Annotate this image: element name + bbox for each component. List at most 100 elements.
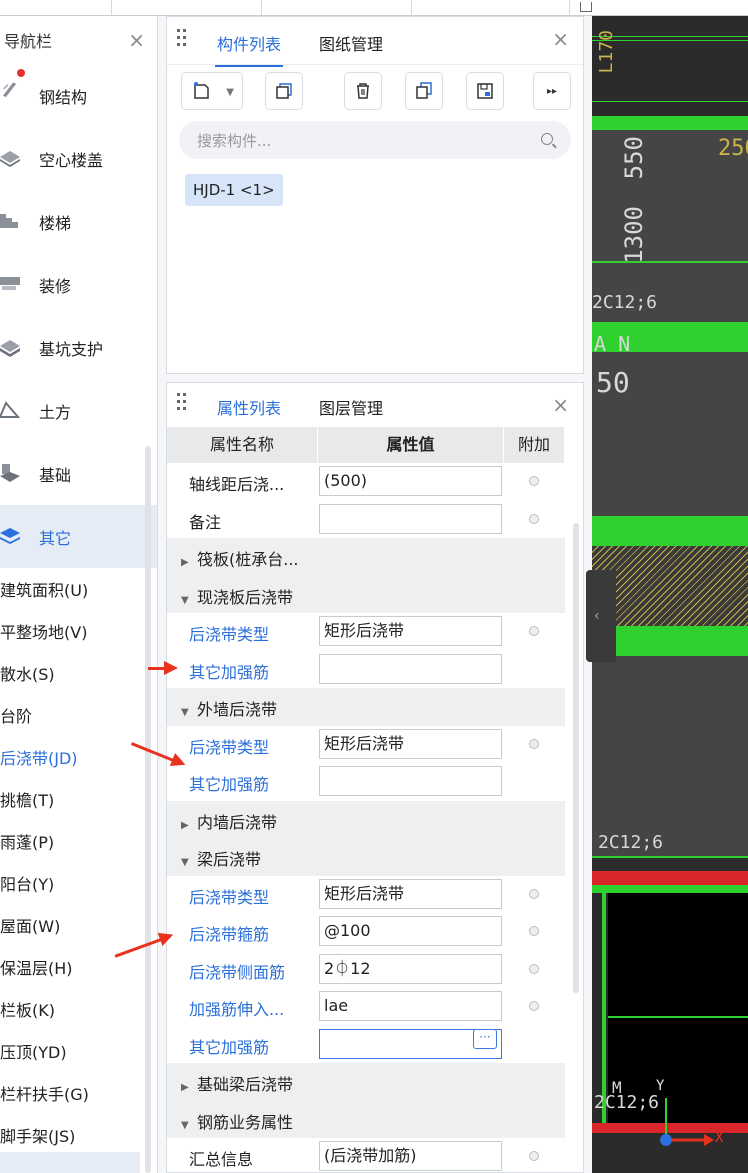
drag-handle-icon[interactable] bbox=[177, 393, 187, 415]
edit-ellipsis-button[interactable]: ··· bbox=[473, 1028, 497, 1049]
nav-subitem[interactable]: 压顶(YD) bbox=[0, 1030, 157, 1072]
nav-subitem[interactable]: 栏板(K) bbox=[0, 988, 157, 1030]
nav-item-hollow-floor[interactable]: 空心楼盖 bbox=[0, 127, 157, 190]
property-row[interactable]: 备注 bbox=[167, 501, 565, 539]
property-value-input[interactable]: 矩形后浇带 bbox=[319, 616, 502, 646]
property-row[interactable]: 加强筋伸入... lae bbox=[167, 988, 565, 1026]
chevron-down-icon[interactable]: ▼ bbox=[226, 87, 234, 98]
property-scrollbar[interactable] bbox=[573, 523, 579, 993]
property-group-row[interactable]: ▼ 钢筋业务属性 bbox=[167, 1100, 565, 1138]
close-icon[interactable]: × bbox=[128, 28, 145, 52]
group-name: 钢筋业务属性 bbox=[197, 1112, 294, 1132]
extra-radio[interactable] bbox=[529, 926, 539, 936]
component-search-input[interactable]: 搜索构件... bbox=[179, 121, 571, 159]
extra-radio[interactable] bbox=[529, 888, 539, 899]
property-value-input[interactable]: 2⏀12 bbox=[319, 953, 502, 984]
nav-subitem[interactable]: 散水(S) bbox=[0, 652, 157, 694]
property-row[interactable]: 后浇带类型 矩形后浇带 bbox=[167, 613, 565, 651]
property-row[interactable]: 汇总信息 (后浇带加筋) bbox=[167, 1138, 565, 1173]
property-row[interactable]: 后浇带类型 矩形后浇带 bbox=[167, 876, 565, 914]
extra-radio[interactable] bbox=[529, 626, 539, 636]
duplicate-button[interactable] bbox=[405, 72, 443, 110]
extra-radio[interactable] bbox=[529, 1151, 539, 1161]
property-value-input[interactable]: (500) bbox=[319, 466, 502, 496]
property-value-input[interactable]: @100 bbox=[319, 916, 502, 946]
caret-down-icon[interactable]: ▼ bbox=[181, 1120, 197, 1131]
property-list-panel: 属性列表 图层管理 × 属性名称 属性值 附加 轴线距后浇... (500) 备… bbox=[166, 382, 584, 1173]
nav-item-other[interactable]: 其它 bbox=[0, 505, 157, 568]
property-group-row[interactable]: ▼ 梁后浇带 bbox=[167, 838, 565, 876]
tab-layer-management[interactable]: 图层管理 bbox=[319, 395, 383, 419]
tab-component-list[interactable]: 构件列表 bbox=[214, 31, 284, 67]
property-value-input[interactable]: (后浇带加筋) bbox=[319, 1141, 502, 1171]
property-value-input[interactable] bbox=[319, 653, 502, 684]
nav-subitem[interactable]: 脚手架(JS) bbox=[0, 1114, 157, 1156]
property-group-row[interactable]: ▶ 基础梁后浇带 bbox=[167, 1063, 565, 1101]
nav-item-steel[interactable]: 钢结构 bbox=[0, 64, 157, 127]
tab-drawing-management[interactable]: 图纸管理 bbox=[319, 31, 383, 55]
property-row[interactable]: 后浇带箍筋 @100 bbox=[167, 913, 565, 951]
extra-radio[interactable] bbox=[529, 476, 539, 486]
property-value-input[interactable]: lae bbox=[319, 991, 502, 1021]
property-value-input[interactable] bbox=[319, 766, 502, 796]
nav-scrollbar[interactable] bbox=[145, 446, 151, 1173]
nav-item-decoration[interactable]: 装修 bbox=[0, 253, 157, 316]
extra-radio[interactable] bbox=[529, 1001, 539, 1011]
caret-down-icon[interactable]: ▼ bbox=[181, 857, 197, 868]
copy-button[interactable] bbox=[265, 72, 303, 110]
property-value-input[interactable]: 矩形后浇带 bbox=[319, 878, 502, 909]
caret-right-icon[interactable]: ▶ bbox=[181, 1082, 197, 1093]
nav-subitem[interactable]: 保温层(H) bbox=[0, 946, 157, 988]
extra-radio[interactable] bbox=[529, 513, 539, 524]
property-value-input[interactable] bbox=[319, 503, 502, 534]
nav-subitem[interactable]: 阳台(Y) bbox=[0, 862, 157, 904]
property-group-row[interactable]: ▶ 内墙后浇带 bbox=[167, 800, 565, 838]
property-row[interactable]: 其它加强筋 ··· bbox=[167, 1026, 565, 1064]
property-row[interactable]: 后浇带侧面筋 2⏀12 bbox=[167, 951, 565, 989]
property-row[interactable]: 其它加强筋 bbox=[167, 651, 565, 689]
nav-subitem[interactable]: 台阶 bbox=[0, 694, 157, 736]
nav-subitem[interactable]: 平整场地(V) bbox=[0, 610, 157, 652]
caret-down-icon[interactable]: ▼ bbox=[181, 707, 197, 718]
nav-subitem[interactable]: 屋面(W) bbox=[0, 904, 157, 946]
nav-subitem[interactable]: 挑檐(T) bbox=[0, 778, 157, 820]
property-value-input[interactable]: 矩形后浇带 bbox=[319, 728, 502, 759]
nav-subitem[interactable]: 建筑面积(U) bbox=[0, 568, 157, 610]
nav-item-foundation[interactable]: 基础 bbox=[0, 442, 157, 505]
toolbar-segment[interactable] bbox=[412, 0, 570, 15]
nav-item-stairs[interactable]: 楼梯 bbox=[0, 190, 157, 253]
nav-subitem[interactable]: 栏杆扶手(G) bbox=[0, 1072, 157, 1114]
toolbar-segment[interactable] bbox=[0, 0, 112, 15]
delete-button[interactable] bbox=[344, 72, 382, 110]
extra-radio[interactable] bbox=[529, 963, 539, 974]
checkbox-icon[interactable] bbox=[580, 2, 592, 12]
extra-radio[interactable] bbox=[529, 738, 539, 749]
more-tools-button[interactable]: ▸▸ bbox=[533, 72, 571, 110]
property-name: 汇总信息 bbox=[189, 1150, 254, 1169]
property-group-row[interactable]: ▼ 外墙后浇带 bbox=[167, 688, 565, 726]
caret-right-icon[interactable]: ▶ bbox=[181, 820, 197, 831]
save-template-button[interactable] bbox=[466, 72, 504, 110]
toolbar-segment[interactable] bbox=[262, 0, 412, 15]
property-group-row[interactable]: ▼ 现浇板后浇带 bbox=[167, 575, 565, 613]
toolbar-segment[interactable] bbox=[112, 0, 262, 15]
property-row[interactable]: 后浇带类型 矩形后浇带 bbox=[167, 726, 565, 764]
panel-collapse-toggle[interactable]: ‹ bbox=[586, 570, 616, 662]
close-icon[interactable]: × bbox=[552, 27, 569, 51]
caret-down-icon[interactable]: ▼ bbox=[181, 595, 197, 606]
nav-category-next[interactable] bbox=[0, 1152, 140, 1173]
property-group-row[interactable]: ▶ 筏板(桩承台... bbox=[167, 538, 565, 576]
drag-handle-icon[interactable] bbox=[177, 29, 187, 51]
close-icon[interactable]: × bbox=[552, 393, 569, 417]
component-item-selected[interactable]: HJD-1 <1> bbox=[185, 174, 283, 206]
search-icon[interactable] bbox=[541, 133, 553, 145]
cad-beam-red bbox=[592, 871, 748, 885]
nav-subitem[interactable]: 雨蓬(P) bbox=[0, 820, 157, 862]
property-row[interactable]: 轴线距后浇... (500) bbox=[167, 463, 565, 501]
new-component-button[interactable]: ▼ bbox=[181, 72, 243, 110]
nav-item-pit-support[interactable]: 基坑支护 bbox=[0, 316, 157, 379]
nav-item-earthwork[interactable]: 土方 bbox=[0, 379, 157, 442]
caret-right-icon[interactable]: ▶ bbox=[181, 557, 197, 568]
tab-property-list[interactable]: 属性列表 bbox=[214, 395, 284, 431]
property-row[interactable]: 其它加强筋 bbox=[167, 763, 565, 801]
